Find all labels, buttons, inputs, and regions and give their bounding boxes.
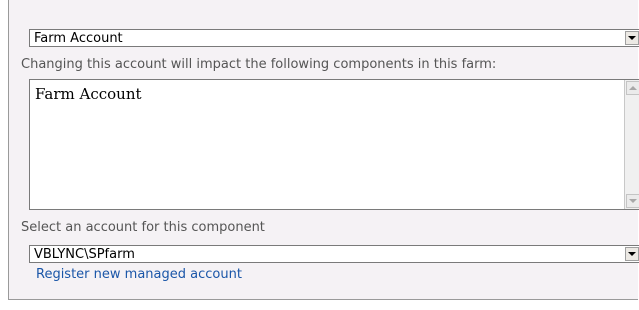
farm-account-selected-value: Farm Account: [34, 31, 123, 46]
register-managed-account-link[interactable]: Register new managed account: [36, 267, 242, 282]
scroll-up-icon: [629, 86, 637, 90]
account-label: Select an account for this component: [21, 220, 265, 235]
scroll-down-icon: [629, 199, 637, 203]
chevron-down-icon: [628, 252, 636, 256]
farm-account-dropdown[interactable]: Farm Account: [29, 29, 639, 47]
dropdown-button[interactable]: [625, 247, 639, 261]
account-dropdown[interactable]: VBLYNC\SPfarm: [29, 245, 639, 263]
dropdown-button[interactable]: [625, 31, 639, 45]
account-selected-value: VBLYNC\SPfarm: [34, 247, 135, 262]
components-label: Changing this account will impact the fo…: [21, 57, 497, 72]
vertical-scrollbar[interactable]: [624, 80, 639, 209]
chevron-down-icon: [628, 36, 636, 40]
components-list-box[interactable]: Farm Account: [29, 79, 639, 210]
scroll-up-button[interactable]: [626, 81, 639, 95]
scroll-down-button[interactable]: [626, 194, 639, 208]
components-list-text: Farm Account: [35, 85, 142, 103]
